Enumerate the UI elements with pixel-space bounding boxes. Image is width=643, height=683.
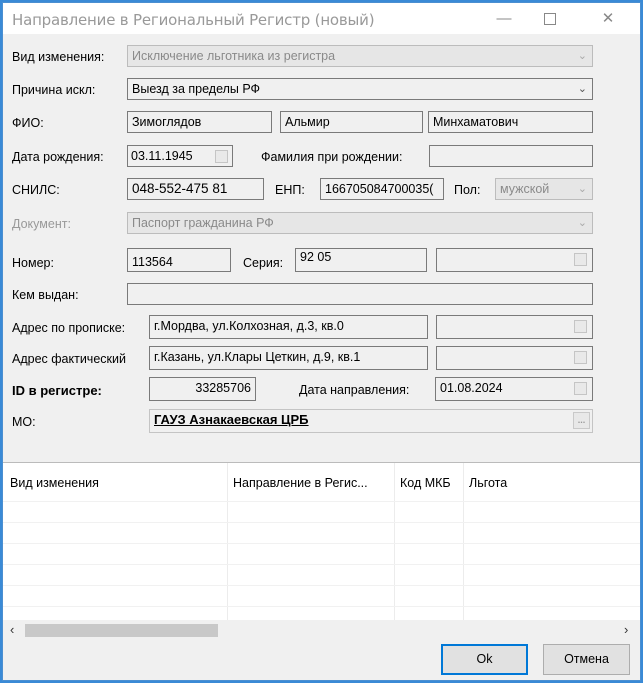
series-extra-field[interactable] — [436, 248, 593, 272]
chevron-down-icon: ⌄ — [577, 217, 587, 229]
mo-label: МО: — [12, 415, 36, 429]
dialog-window: Направление в Региональный Регистр (новы… — [2, 2, 641, 681]
actual-address-extra-field[interactable] — [436, 346, 593, 370]
registry-id-field[interactable]: 33285706 — [149, 377, 256, 401]
reg-address-label: Адрес по прописке: — [12, 321, 126, 335]
referral-date-checkbox[interactable] — [574, 382, 587, 395]
birth-date-checkbox[interactable] — [215, 150, 228, 163]
grid-header-benefit[interactable]: Льгота — [469, 476, 507, 490]
horizontal-scrollbar[interactable]: ‹ › — [3, 620, 640, 641]
grid-row-divider — [3, 543, 640, 544]
window-title: Направление в Региональный Регистр (новы… — [12, 11, 375, 29]
exclusion-reason-value: Выезд за пределы РФ — [132, 82, 261, 96]
grid-header-change-type[interactable]: Вид изменения — [10, 476, 99, 490]
chevron-right-icon[interactable]: › — [624, 622, 628, 637]
maximize-icon — [544, 13, 556, 26]
sex-value: мужской — [500, 182, 550, 196]
snils-field[interactable]: 048-552-475 81 — [127, 178, 264, 200]
referral-date-field[interactable]: 01.08.2024 — [435, 377, 593, 401]
number-label: Номер: — [12, 256, 54, 270]
document-select[interactable]: Паспорт гражданина РФ ⌄ — [127, 212, 593, 234]
change-type-value: Исключение льготника из регистра — [132, 49, 336, 63]
grid-column-divider — [394, 463, 395, 621]
scrollbar-thumb[interactable] — [25, 624, 218, 637]
document-label: Документ: — [12, 217, 71, 231]
series-label: Серия: — [243, 256, 284, 270]
grid-column-divider — [463, 463, 464, 621]
birth-surname-label: Фамилия при рождении: — [261, 150, 403, 164]
reg-address-field[interactable]: г.Мордва, ул.Колхозная, д.3, кв.0 — [149, 315, 428, 339]
ellipsis-icon[interactable]: ... — [573, 412, 590, 429]
issued-by-label: Кем выдан: — [12, 288, 79, 302]
grid-header-icd-code[interactable]: Код МКБ — [400, 476, 451, 490]
actual-address-label: Адрес фактический — [12, 352, 126, 366]
change-type-label: Вид изменения: — [12, 50, 105, 64]
birth-date-label: Дата рождения: — [12, 150, 104, 164]
maximize-button[interactable] — [527, 3, 573, 34]
ok-button[interactable]: Ok — [441, 644, 528, 675]
reg-address-checkbox[interactable] — [574, 320, 587, 333]
middle-name-field[interactable]: Минхаматович — [428, 111, 593, 133]
sex-label: Пол: — [454, 183, 481, 197]
exclusion-reason-select[interactable]: Выезд за пределы РФ ⌄ — [127, 78, 593, 100]
issued-by-field[interactable] — [127, 283, 593, 305]
series-field[interactable]: 92 05 — [295, 248, 427, 272]
minimize-button[interactable]: — — [481, 3, 527, 34]
fio-label: ФИО: — [12, 116, 44, 130]
title-bar: Направление в Региональный Регистр (новы… — [3, 3, 640, 34]
document-value: Паспорт гражданина РФ — [132, 216, 274, 230]
referral-date-label: Дата направления: — [299, 383, 410, 397]
cancel-button[interactable]: Отмена — [543, 644, 630, 675]
series-checkbox[interactable] — [574, 253, 587, 266]
mo-field[interactable]: ГАУЗ Азнакаевская ЦРБ ... — [149, 409, 593, 433]
close-button[interactable]: ✕ — [585, 3, 631, 34]
grid-row-divider — [3, 585, 640, 586]
birth-date-field[interactable]: 03.11.1945 — [127, 145, 233, 167]
grid-row-divider — [3, 501, 640, 502]
chevron-left-icon[interactable]: ‹ — [10, 622, 14, 637]
chevron-down-icon: ⌄ — [577, 83, 587, 95]
birth-surname-field[interactable] — [429, 145, 593, 167]
snils-label: СНИЛС: — [12, 183, 60, 197]
grid-row-divider — [3, 522, 640, 523]
enp-label: ЕНП: — [275, 183, 305, 197]
exclusion-reason-label: Причина искл: — [12, 83, 96, 97]
grid-row-divider — [3, 564, 640, 565]
chevron-down-icon: ⌄ — [577, 50, 587, 62]
sex-select[interactable]: мужской ⌄ — [495, 178, 593, 200]
mo-value: ГАУЗ Азнакаевская ЦРБ — [154, 412, 309, 427]
first-name-field[interactable]: Альмир — [280, 111, 423, 133]
chevron-down-icon: ⌄ — [577, 183, 587, 195]
history-grid: Вид изменения Направление в Регис... Код… — [3, 462, 640, 621]
grid-column-divider — [227, 463, 228, 621]
reg-address-extra-field[interactable] — [436, 315, 593, 339]
number-field[interactable]: 113564 — [127, 248, 231, 272]
referral-date-value: 01.08.2024 — [440, 381, 503, 395]
button-bar: Ok Отмена — [3, 641, 640, 680]
grid-row-divider — [3, 606, 640, 607]
birth-date-value: 03.11.1945 — [131, 149, 193, 163]
grid-header-referral[interactable]: Направление в Регис... — [233, 476, 368, 490]
form-panel: Вид изменения: Исключение льготника из р… — [3, 34, 640, 462]
registry-id-label: ID в регистре: — [12, 383, 102, 398]
actual-address-field[interactable]: г.Казань, ул.Клары Цеткин, д.9, кв.1 — [149, 346, 428, 370]
enp-field[interactable]: 166705084700035( — [320, 178, 444, 200]
change-type-select[interactable]: Исключение льготника из регистра ⌄ — [127, 45, 593, 67]
last-name-field[interactable]: Зимоглядов — [127, 111, 272, 133]
actual-address-checkbox[interactable] — [574, 351, 587, 364]
